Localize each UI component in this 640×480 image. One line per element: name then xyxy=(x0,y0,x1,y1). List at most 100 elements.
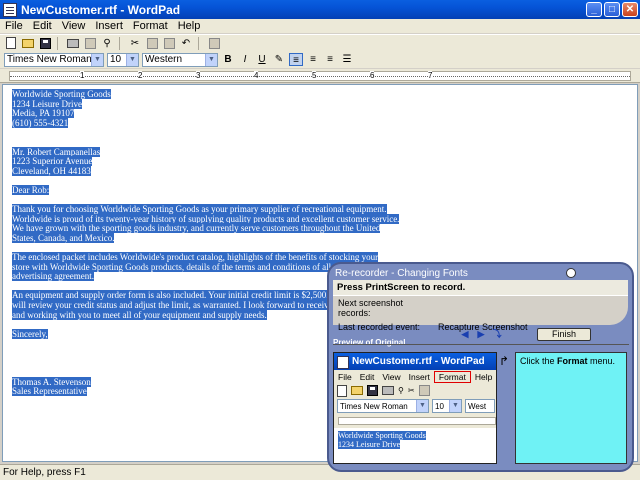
preview-size-value: 10 xyxy=(435,401,444,411)
printer-icon xyxy=(382,386,394,395)
cut-button[interactable]: ✂ xyxy=(128,37,142,50)
back-arrow-icon[interactable]: ◀ xyxy=(459,328,471,340)
selected-text: Sincerely, xyxy=(12,328,48,339)
align-right-button[interactable]: ≡ xyxy=(323,53,337,66)
menu-help[interactable]: Help xyxy=(173,20,206,32)
minimize-button[interactable]: _ xyxy=(586,2,602,17)
preview-menu-format-highlight: Format xyxy=(433,370,471,383)
floppy-disk-icon xyxy=(39,37,51,49)
menu-view[interactable]: View xyxy=(57,20,91,32)
bullets-button[interactable]: ☰ xyxy=(340,53,354,66)
forward-arrow-icon[interactable]: ▶ xyxy=(475,328,487,340)
print-preview-button[interactable] xyxy=(83,37,97,50)
next-screenshot-label: Next screenshot records: xyxy=(338,298,404,318)
close-button[interactable]: ✕ xyxy=(622,2,638,17)
font-name-select[interactable]: Times New Roman ▼ xyxy=(4,52,104,67)
print-preview-icon xyxy=(84,37,96,49)
recorder-nav: ◀ ▶ ⤵ Finish xyxy=(459,327,629,341)
italic-button[interactable]: I xyxy=(238,53,252,66)
document-line: Dear Rob: xyxy=(12,184,382,196)
document-line: (610) 555-4321 xyxy=(12,117,382,129)
selected-text: Mr. Robert Campanellas xyxy=(12,146,101,157)
window-controls: _ □ ✕ xyxy=(586,2,638,17)
instruction-prefix: Click the xyxy=(520,356,558,366)
maximize-button[interactable]: □ xyxy=(604,2,620,17)
preview-ruler xyxy=(334,414,496,428)
ruler-mark: 1 xyxy=(80,71,85,80)
script-value: Western xyxy=(145,54,183,65)
paste-button[interactable] xyxy=(162,37,176,50)
preview-document: Worldwide Sporting Goods 1234 Leisure Dr… xyxy=(334,428,496,463)
toolbar-separator xyxy=(198,36,202,50)
jump-icon[interactable]: ⤵ xyxy=(491,328,503,340)
selected-text: The enclosed packet includes Worldwide's… xyxy=(12,252,379,263)
preview-size-select: 10 ▼ xyxy=(432,399,462,413)
copy-button[interactable] xyxy=(145,37,159,50)
chevron-down-icon[interactable]: ▼ xyxy=(91,53,103,66)
instruction-menu-name: Format xyxy=(557,356,588,366)
selected-text: and working with you to meet all of your… xyxy=(12,309,267,320)
align-left-button[interactable]: ≡ xyxy=(289,53,303,66)
script-select[interactable]: Western ▼ xyxy=(142,52,218,67)
date-time-icon xyxy=(208,37,220,49)
font-size-value: 10 xyxy=(110,54,122,65)
undo-button[interactable]: ↶ xyxy=(179,37,193,50)
finish-button[interactable]: Finish xyxy=(537,327,591,341)
bullet-list-icon: ☰ xyxy=(342,54,352,65)
preview-toolbar: ⚲ ✂ xyxy=(334,383,496,398)
chevron-down-icon: ▼ xyxy=(416,400,428,412)
binoculars-icon: ⚲ xyxy=(398,386,404,395)
standard-toolbar: ⚲ ✂ ↶ xyxy=(0,34,640,51)
chevron-down-icon[interactable]: ▼ xyxy=(126,53,138,66)
menu-insert[interactable]: Insert xyxy=(90,20,128,32)
preview-menu-bar: File Edit View Insert Format Help xyxy=(334,370,496,383)
menu-file[interactable]: File xyxy=(0,20,28,32)
font-size-select[interactable]: 10 ▼ xyxy=(107,52,139,67)
wordpad-icon xyxy=(3,2,17,17)
save-button[interactable] xyxy=(38,37,52,50)
color-button[interactable]: ✎ xyxy=(272,53,286,66)
open-button[interactable] xyxy=(21,37,35,50)
recorder-knob-icon[interactable] xyxy=(566,268,576,278)
selected-text: States, Canada, and Mexico. xyxy=(12,232,115,243)
selected-text: 1223 Superior Avenue xyxy=(12,156,93,167)
preview-menu-view: View xyxy=(382,371,401,382)
new-document-icon xyxy=(6,37,16,49)
menu-edit[interactable]: Edit xyxy=(28,20,57,32)
recorder-title: Re-recorder - Changing Fonts xyxy=(335,268,468,279)
underline-button[interactable]: U xyxy=(255,53,269,66)
bold-button[interactable]: B xyxy=(221,53,235,66)
align-center-button[interactable]: ≡ xyxy=(306,53,320,66)
preview-menu-file: File xyxy=(338,371,352,382)
ruler[interactable]: 1 2 3 4 5 6 7 xyxy=(0,69,640,83)
format-toolbar: Times New Roman ▼ 10 ▼ Western ▼ B I U ✎… xyxy=(0,51,640,68)
selected-text: Worldwide Sporting Goods xyxy=(12,89,111,99)
preview-line: Worldwide Sporting Goods xyxy=(338,431,426,440)
selected-text: Thomas A. Stevenson xyxy=(12,376,91,387)
new-button[interactable] xyxy=(4,37,18,50)
binoculars-icon: ⚲ xyxy=(103,37,111,49)
ruler-mark: 3 xyxy=(196,71,201,80)
selected-text: 1234 Leisure Drive xyxy=(12,98,82,109)
selected-text: (610) 555-4321 xyxy=(12,117,69,128)
selected-text: advertising agreement. xyxy=(12,271,94,282)
paste-icon xyxy=(163,37,175,49)
menu-format[interactable]: Format xyxy=(128,20,173,32)
last-event-label: Last recorded event: xyxy=(338,322,421,332)
preview-menu-edit: Edit xyxy=(359,371,375,382)
chevron-down-icon[interactable]: ▼ xyxy=(205,53,217,66)
print-button[interactable] xyxy=(66,37,80,50)
next-screenshot-row: Next screenshot records: xyxy=(333,296,628,320)
find-button[interactable]: ⚲ xyxy=(100,37,114,50)
folder-open-icon xyxy=(22,38,34,48)
date-time-button[interactable] xyxy=(207,37,221,50)
align-left-icon: ≡ xyxy=(293,55,299,66)
instruction-box: Click the Format menu. xyxy=(515,352,627,464)
ruler-ticks xyxy=(10,76,630,77)
ruler-mark: 5 xyxy=(312,71,317,80)
preview-ruler-strip xyxy=(338,417,496,425)
ruler-mark: 4 xyxy=(254,71,259,80)
preview-font-value: Times New Roman xyxy=(340,401,408,411)
